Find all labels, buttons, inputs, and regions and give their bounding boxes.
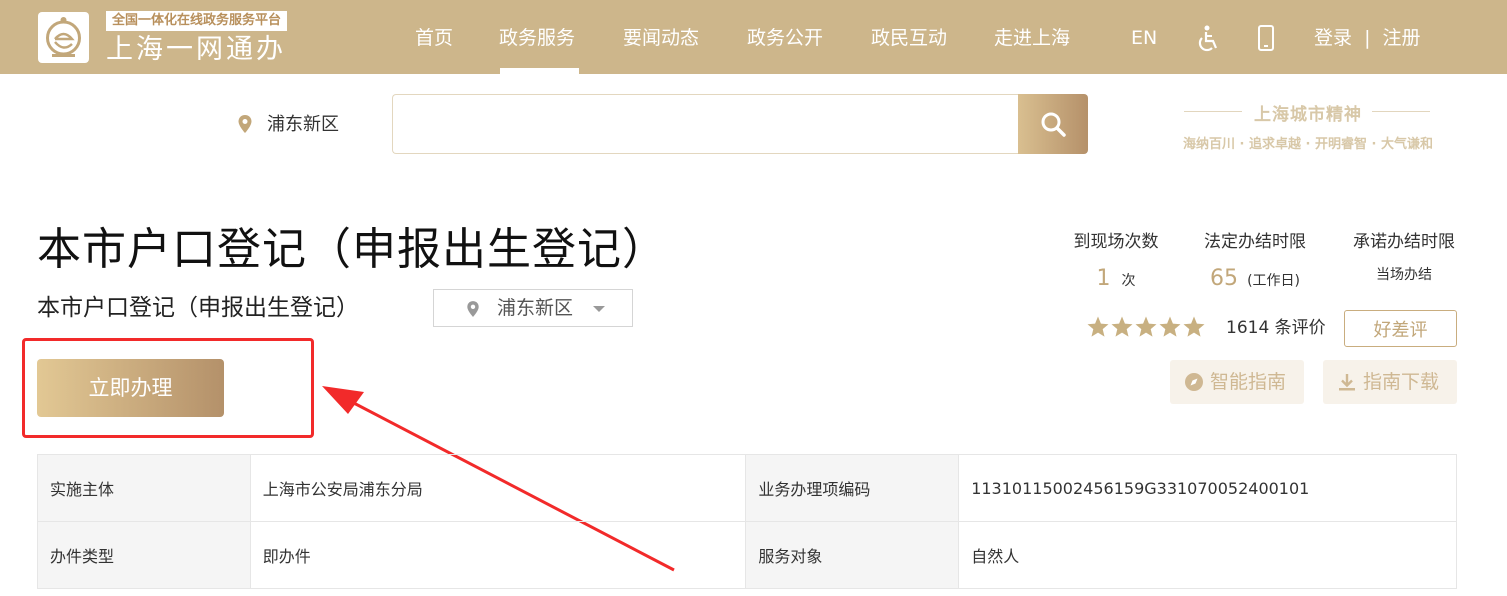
review-count[interactable]: 1614 条评价 [1226, 316, 1326, 340]
city-spirit-title: 上海城市精神 [1254, 105, 1362, 125]
nav-home[interactable]: 首页 [415, 24, 453, 52]
star-icon [1111, 316, 1133, 337]
table-row: 办件类型 即办件 服务对象 自然人 [37, 521, 1457, 589]
active-nav-indicator [500, 68, 579, 74]
stat-promise-label: 承诺办结时限 [1353, 232, 1455, 252]
nav-about-shanghai[interactable]: 走进上海 [994, 24, 1070, 52]
stat-visits-label: 到现场次数 [1073, 232, 1159, 252]
stat-visits: 到现场次数 1 次 [1070, 230, 1162, 294]
rate-service-button[interactable]: 好差评 [1344, 310, 1457, 347]
compass-icon [1185, 373, 1203, 391]
star-icon [1183, 316, 1205, 337]
guide-download-label: 指南下载 [1363, 371, 1440, 393]
area-dropdown[interactable]: 浦东新区 [433, 289, 633, 327]
logo-subtitle: 全国一体化在线政务服务平台 [106, 11, 288, 31]
city-spirit-banner: 上海城市精神 海纳百川 · 追求卓越 · 开明睿智 · 大气谦和 [1158, 100, 1458, 156]
guide-download-button[interactable]: 指南下载 [1323, 360, 1457, 404]
search-input[interactable] [392, 94, 1022, 154]
lang-switch-en[interactable]: EN [1131, 24, 1157, 52]
table-cell-key: 办件类型 [37, 521, 251, 589]
caret-down-icon [593, 306, 605, 312]
nav-gov-open[interactable]: 政务公开 [747, 24, 823, 52]
accessibility-icon[interactable] [1196, 24, 1220, 52]
table-row: 实施主体 上海市公安局浦东分局 业务办理项编码 1131011500245615… [37, 454, 1457, 522]
stat-legal-value: 65 [1209, 266, 1238, 291]
location-selector[interactable]: 浦东新区 [267, 113, 339, 137]
annotation-highlight-box [22, 338, 314, 438]
location-pin-icon [467, 301, 479, 317]
rating-stars [1086, 315, 1206, 341]
table-cell-value: 上海市公安局浦东分局 [249, 454, 747, 522]
stat-visits-unit: 次 [1121, 273, 1136, 289]
stat-legal-unit: (工作日) [1247, 273, 1301, 289]
table-cell-value: 自然人 [958, 521, 1457, 589]
service-info-table: 实施主体 上海市公安局浦东分局 业务办理项编码 1131011500245615… [37, 454, 1457, 589]
logo-title: 上海一网通办 [106, 34, 286, 65]
login-separator: | [1364, 27, 1371, 49]
smart-guide-label: 智能指南 [1210, 371, 1287, 393]
nav-interaction[interactable]: 政民互动 [871, 24, 947, 52]
stat-promise-value: 当场办结 [1376, 267, 1432, 283]
table-cell-key: 业务办理项编码 [745, 454, 960, 522]
login-link[interactable]: 登录 [1314, 27, 1352, 49]
login-register: 登录 | 注册 [1314, 24, 1421, 52]
mobile-phone-icon[interactable] [1256, 24, 1276, 52]
logo-icon[interactable] [38, 12, 89, 63]
table-cell-value: 即办件 [249, 521, 747, 589]
table-cell-key: 实施主体 [37, 454, 251, 522]
table-cell-value: 11310115002456159G331070052400101 [958, 454, 1457, 522]
search-button[interactable] [1018, 94, 1088, 154]
table-cell-key: 服务对象 [745, 521, 960, 589]
top-header: 全国一体化在线政务服务平台 上海一网通办 首页 政务服务 要闻动态 政务公开 政… [0, 0, 1507, 74]
stat-visits-value: 1 [1096, 266, 1111, 291]
stat-legal-label: 法定办结时限 [1204, 232, 1306, 252]
register-link[interactable]: 注册 [1383, 27, 1421, 49]
star-icon [1087, 316, 1109, 337]
download-icon [1339, 374, 1355, 391]
city-spirit-subtitle: 海纳百川 · 追求卓越 · 开明睿智 · 大气谦和 [1183, 137, 1433, 152]
nav-gov-services[interactable]: 政务服务 [499, 24, 575, 52]
star-icon [1159, 316, 1181, 337]
page-title: 本市户口登记（申报出生登记） [37, 224, 667, 275]
smart-guide-button[interactable]: 智能指南 [1170, 360, 1304, 404]
search-icon [1041, 112, 1066, 137]
star-icon [1135, 316, 1157, 337]
area-dropdown-value: 浦东新区 [497, 297, 574, 319]
nav-news[interactable]: 要闻动态 [623, 24, 699, 52]
stat-promise-limit: 承诺办结时限 当场办结 [1350, 230, 1458, 290]
location-pin-icon[interactable] [237, 114, 253, 134]
service-subtitle: 本市户口登记（申报出生登记） [37, 295, 359, 321]
stat-legal-limit: 法定办结时限 65 (工作日) [1200, 230, 1310, 294]
